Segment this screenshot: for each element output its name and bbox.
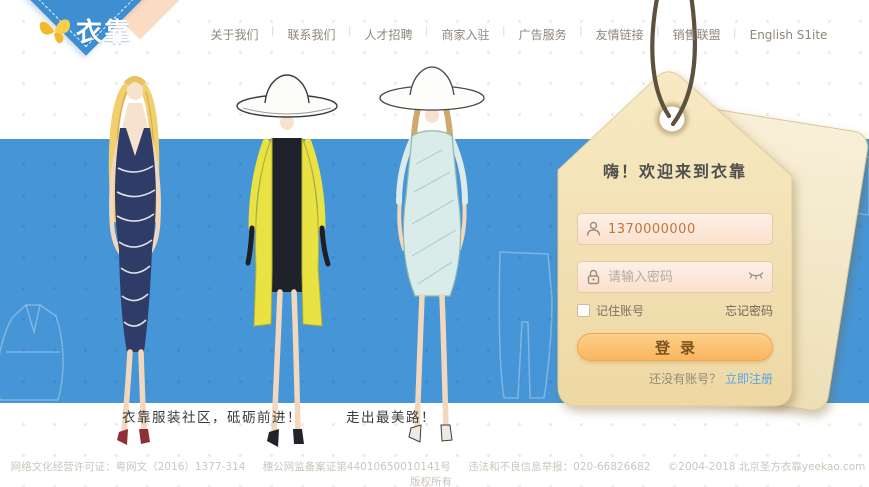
- footer: 网络文化经营许可证：粤网文（2016）1377-314 穗公网监备案证第4401…: [0, 459, 869, 487]
- footer-record: 穗公网监备案证第44010650010141号: [263, 461, 451, 473]
- nav-item-sales[interactable]: 销售联盟: [658, 26, 735, 43]
- brand-logo[interactable]: 衣靠: [0, 0, 230, 120]
- nav-item-contact[interactable]: 联系我们: [273, 26, 350, 43]
- no-account-label: 还没有账号？: [649, 372, 721, 386]
- nav-item-merchants[interactable]: 商家入驻: [427, 26, 504, 43]
- footer-license: 网络文化经营许可证：粤网文（2016）1377-314: [11, 461, 246, 473]
- footer-report: 违法和不良信息举报：020-66826682: [468, 461, 650, 473]
- account-field-wrapper: [577, 213, 773, 245]
- tag-hole-shadow: [656, 103, 688, 135]
- brand-name: 衣靠: [76, 12, 132, 49]
- nav-item-links[interactable]: 友情链接: [581, 26, 658, 43]
- register-link[interactable]: 立即注册: [725, 372, 773, 386]
- hero-slogan: 衣靠服装社区，砥砺前进！ 走出最美路！: [122, 406, 436, 426]
- remember-checkbox[interactable]: [577, 304, 590, 317]
- remember-label: 记住账号: [596, 302, 644, 319]
- forgot-password-link[interactable]: 忘记密码: [725, 302, 773, 319]
- login-button[interactable]: 登录: [577, 333, 773, 361]
- slogan-right: 走出最美路！: [346, 406, 436, 426]
- login-options-row: 记住账号 忘记密码: [577, 302, 773, 319]
- slogan-left: 衣靠服装社区，砥砺前进！: [122, 406, 302, 426]
- tag-rope: [652, 0, 695, 124]
- tag-hole: [660, 107, 685, 132]
- page: 衣靠 关于我们 联系我们 人才招聘 商家入驻 广告服务 友情链接 销售联盟 En…: [0, 0, 869, 487]
- password-input[interactable]: [577, 261, 773, 293]
- account-input[interactable]: [577, 213, 773, 245]
- nav-item-about[interactable]: 关于我们: [196, 26, 273, 43]
- login-panel: 嗨！欢迎来到衣靠 记住: [556, 150, 794, 387]
- login-title: 嗨！欢迎来到衣靠: [556, 158, 794, 180]
- remember-account[interactable]: 记住账号: [577, 302, 644, 319]
- nav-item-ads[interactable]: 广告服务: [504, 26, 581, 43]
- nav-item-careers[interactable]: 人才招聘: [350, 26, 427, 43]
- butterfly-icon: [38, 15, 72, 47]
- nav-item-english[interactable]: English S1ite: [735, 28, 842, 42]
- person-icon: [586, 221, 601, 237]
- top-nav: 关于我们 联系我们 人才招聘 商家入驻 广告服务 友情链接 销售联盟 Engli…: [196, 26, 842, 43]
- register-row: 还没有账号？ 立即注册: [577, 370, 773, 387]
- password-field-wrapper: [577, 261, 773, 293]
- eye-closed-icon[interactable]: [748, 270, 764, 282]
- lock-icon: [586, 269, 601, 285]
